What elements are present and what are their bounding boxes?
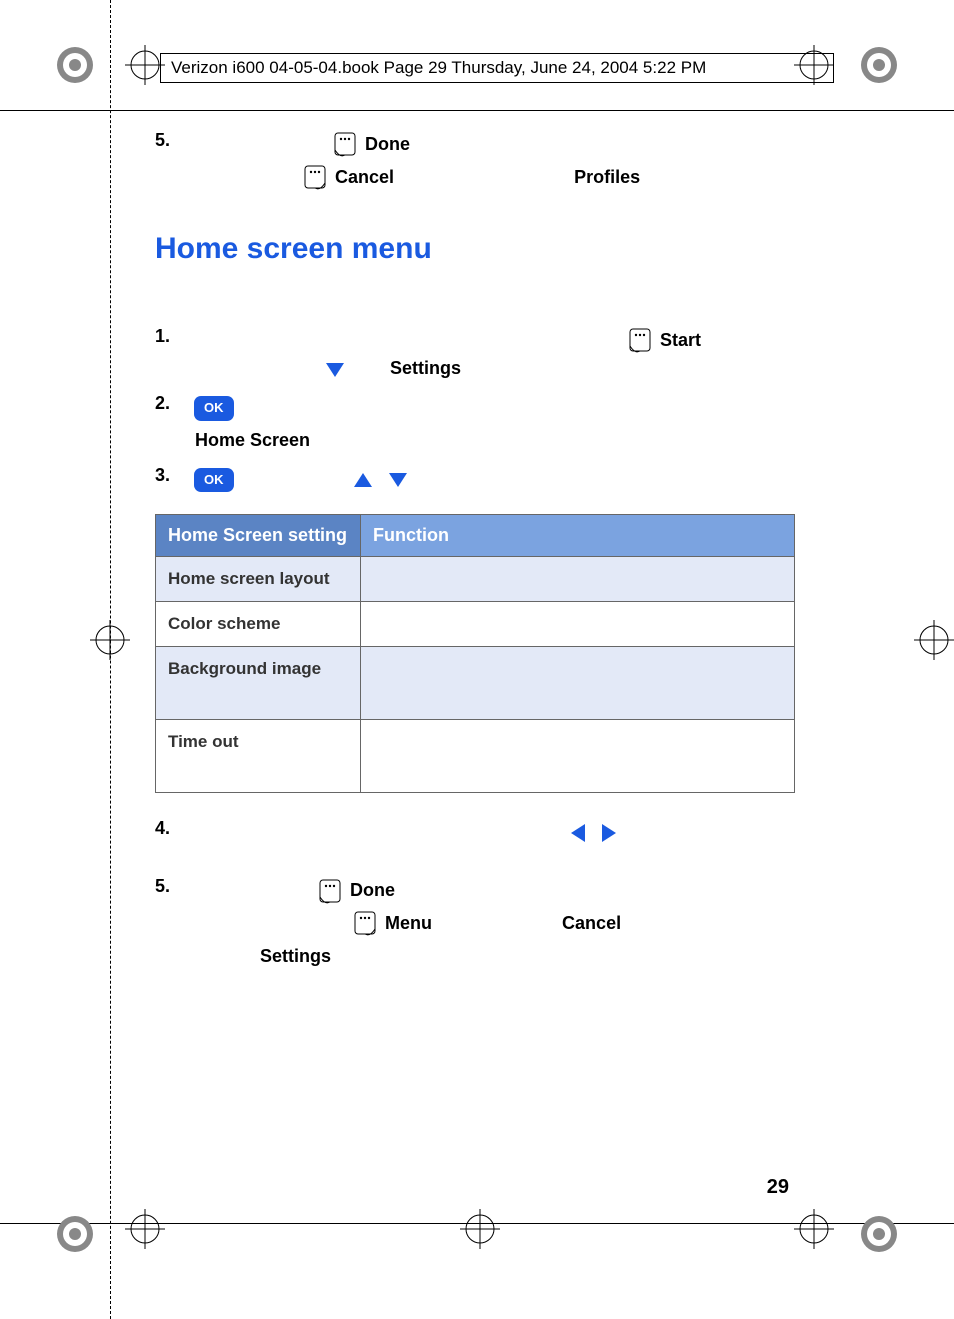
function-cell	[361, 646, 795, 719]
setting-cell: Background image	[156, 646, 361, 719]
crosshair-icon	[125, 45, 165, 85]
crosshair-icon	[460, 1209, 500, 1249]
cancel-label: Cancel	[335, 167, 394, 187]
softkey-right-icon	[354, 911, 376, 937]
registration-mark-icon	[50, 40, 100, 90]
ok-button-icon: OK	[194, 468, 234, 493]
done-label: Done	[365, 134, 410, 154]
ok-button-icon: OK	[194, 396, 234, 421]
arrow-down-icon	[389, 473, 407, 487]
softkey-left-icon	[629, 328, 651, 354]
function-cell	[361, 719, 795, 792]
registration-mark-icon	[854, 1209, 904, 1259]
profiles-label: Profiles	[574, 167, 640, 187]
step-5-bottom: 5. Done Menu Cancel Settings	[155, 876, 795, 970]
setting-cell: Home screen layout	[156, 556, 361, 601]
step-1: 1. Start Settings	[155, 326, 795, 384]
step-number: 5.	[155, 876, 190, 897]
table-row: Home screen layout	[156, 556, 795, 601]
setting-cell: Color scheme	[156, 601, 361, 646]
table-header-function: Function	[361, 514, 795, 556]
step-5-top: 5. Done Cancel Profiles	[155, 130, 795, 192]
setting-cell: Time out	[156, 719, 361, 792]
arrow-right-icon	[602, 824, 616, 842]
table-row: Color scheme	[156, 601, 795, 646]
registration-mark-icon	[854, 40, 904, 90]
table-row: Time out	[156, 719, 795, 792]
settings-label: Settings	[260, 946, 331, 966]
print-header: Verizon i600 04-05-04.book Page 29 Thurs…	[160, 53, 834, 83]
section-heading: Home screen menu	[155, 232, 795, 266]
crosshair-icon	[90, 620, 130, 660]
crosshair-icon	[794, 1209, 834, 1249]
menu-label: Menu	[385, 913, 432, 933]
arrow-down-icon	[326, 363, 344, 377]
arrow-up-icon	[354, 473, 372, 487]
page-number: 29	[767, 1176, 789, 1199]
softkey-right-icon	[304, 165, 326, 191]
crosshair-icon	[914, 620, 954, 660]
step-2: 2. OK Home Screen	[155, 393, 795, 455]
softkey-left-icon	[319, 879, 341, 905]
settings-label: Settings	[390, 358, 461, 378]
table-row: Background image	[156, 646, 795, 719]
function-cell	[361, 556, 795, 601]
step-number: 2.	[155, 393, 190, 414]
home-screen-settings-table: Home Screen setting Function Home screen…	[155, 514, 795, 793]
registration-mark-icon	[50, 1209, 100, 1259]
step-number: 3.	[155, 465, 190, 486]
arrow-left-icon	[571, 824, 585, 842]
cancel-label: Cancel	[562, 913, 621, 933]
step-number: 4.	[155, 818, 190, 839]
softkey-left-icon	[334, 132, 356, 158]
home-screen-label: Home Screen	[195, 430, 310, 450]
start-label: Start	[660, 330, 701, 350]
step-number: 5.	[155, 130, 190, 151]
step-number: 1.	[155, 326, 190, 347]
table-header-setting: Home Screen setting	[156, 514, 361, 556]
step-4: 4.	[155, 818, 795, 847]
done-label: Done	[350, 880, 395, 900]
function-cell	[361, 601, 795, 646]
crosshair-icon	[125, 1209, 165, 1249]
step-3: 3. OK	[155, 465, 795, 494]
